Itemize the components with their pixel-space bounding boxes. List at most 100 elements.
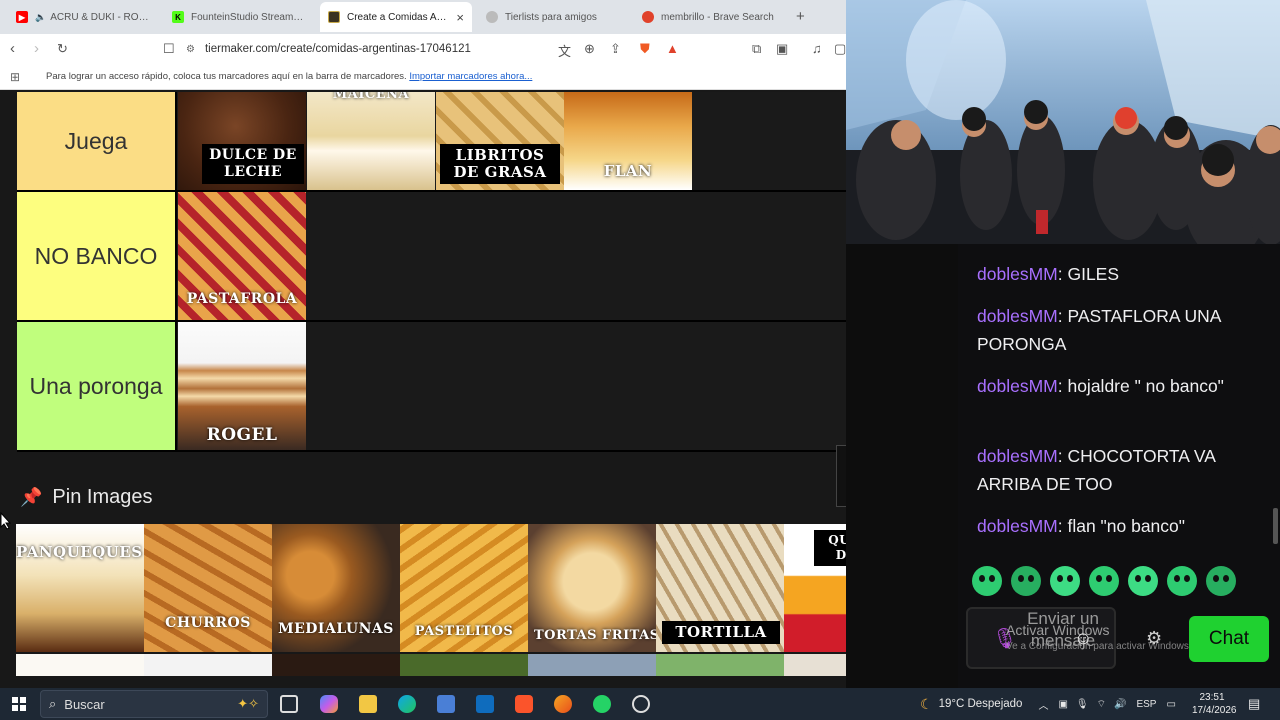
tab-title: FounteinStudio Stream - W (191, 11, 306, 23)
tile-label: MEDIALUNAS (278, 621, 394, 637)
obs-icon[interactable] (632, 695, 650, 713)
tier-item-pastafrola[interactable]: PASTAFROLA (178, 192, 306, 320)
new-tab-button[interactable]: + (796, 8, 805, 25)
tier-label[interactable]: NO BANCO (17, 192, 177, 320)
emote-icon[interactable] (1089, 566, 1119, 596)
tierlist-settings-button[interactable] (836, 445, 846, 507)
pool-item-partial[interactable] (16, 654, 144, 676)
tab-tierlists[interactable]: Tierlists para amigos (478, 4, 628, 30)
tier-item-rogel[interactable]: ROGEL (178, 322, 306, 450)
chat-username[interactable]: doblesMM (977, 446, 1058, 466)
chat-scrollbar[interactable] (1273, 508, 1278, 544)
windows-start-icon[interactable] (12, 697, 26, 711)
tile-label: TORTILLA (662, 621, 780, 644)
taskbar-search[interactable]: ⌕ Buscar ✦✧ (40, 690, 268, 718)
emote-icon[interactable] (1167, 566, 1197, 596)
back-icon[interactable]: ‹ (10, 40, 15, 57)
tile-label: PASTAFROLA (186, 291, 298, 307)
pool-item-medialunas[interactable]: MEDIALUNAS (272, 524, 400, 652)
bookmark-icon[interactable]: ☐ (163, 41, 175, 57)
zoom-icon[interactable]: ⊕ (584, 41, 595, 57)
music-icon[interactable]: ♫ (812, 41, 822, 56)
pool-item-tortilla[interactable]: TORTILLA (656, 524, 784, 652)
notifications-icon[interactable]: ▤ (1248, 696, 1260, 712)
task-view-icon[interactable] (280, 695, 298, 713)
weather-text[interactable]: 19°C Despejado (939, 698, 1023, 710)
wifi-icon[interactable]: ⌔ (1097, 698, 1106, 711)
browser-toolbar: ‹ › ↻ ☐ ⚙ tiermaker.com/create/comidas-a… (0, 34, 846, 64)
pool-item-queso-y-dulce[interactable]: QUESO Y DULCE (784, 524, 846, 652)
pool-item-panqueques[interactable]: PANQUEQUES (16, 524, 144, 652)
copilot-icon[interactable] (320, 695, 338, 713)
emote-icon[interactable] (972, 566, 1002, 596)
pool-item-partial[interactable] (528, 654, 656, 676)
chat-username[interactable]: doblesMM (977, 376, 1058, 396)
share-icon[interactable]: ⇪ (610, 41, 621, 57)
pool-item-tortas-fritas[interactable]: TORTAS FRITAS (528, 524, 656, 652)
emote-icon[interactable] (1050, 566, 1080, 596)
tray-app-icon[interactable]: ▣ (1058, 699, 1067, 710)
tier-list: Juega DULCE DE LECHE MAICENA LIBRITOS DE… (17, 92, 846, 452)
close-tab-icon[interactable]: × (456, 10, 464, 25)
import-bookmarks-link[interactable]: Importar marcadores ahora... (409, 71, 532, 82)
emote-icon[interactable] (1011, 566, 1041, 596)
tab-tiermaker[interactable]: Create a Comidas Argen × (320, 2, 472, 32)
brave-rewards-icon[interactable]: ▲ (666, 41, 679, 56)
pool-item-partial[interactable] (144, 654, 272, 676)
chat-username[interactable]: doblesMM (977, 264, 1058, 284)
tier-item-dulce-de-leche[interactable]: DULCE DE LECHE (178, 92, 306, 190)
site-info-icon[interactable]: ⚙ (186, 44, 195, 55)
outlook-icon[interactable] (476, 695, 494, 713)
brave-shields-icon[interactable]: ⛊ (640, 41, 650, 57)
tab-youtube[interactable]: ▶ 🔈 ACRU & DUKI - ROSA N (8, 4, 158, 30)
pool-item-pastelitos[interactable]: PASTELITOS (400, 524, 528, 652)
tile-label: MAICENA (332, 92, 410, 102)
microsoft-store-icon[interactable] (437, 695, 455, 713)
edge-icon[interactable] (398, 695, 416, 713)
tier-row: Juega DULCE DE LECHE MAICENA LIBRITOS DE… (17, 92, 846, 192)
sidebar-icon[interactable]: ▣ (776, 41, 788, 57)
apps-grid-icon[interactable]: ⊞ (10, 70, 20, 84)
language-indicator[interactable]: ESP (1136, 699, 1156, 710)
search-icon: ⌕ (49, 696, 57, 711)
chat-settings-icon[interactable]: ⚙ (1146, 628, 1162, 649)
pool-item-churros[interactable]: CHURROS (144, 524, 272, 652)
tab-title: Tierlists para amigos (505, 11, 597, 23)
tier-item-libritos[interactable]: LIBRITOS DE GRASA (436, 92, 564, 190)
chat-send-button[interactable]: Chat (1189, 616, 1269, 662)
stream-chat: doblesMM: GILES doblesMM: PASTAFLORA UNA… (958, 244, 1280, 688)
tier-item-maicena[interactable]: MAICENA (307, 92, 435, 190)
extensions-icon[interactable]: ⧉ (752, 41, 761, 57)
pool-item-partial[interactable] (784, 654, 846, 676)
translate-icon[interactable]: 文 (558, 41, 571, 60)
forward-icon[interactable]: › (34, 40, 39, 57)
brave-icon[interactable] (515, 695, 533, 713)
whatsapp-icon[interactable] (593, 695, 611, 713)
file-explorer-icon[interactable] (359, 695, 377, 713)
pool-item-partial[interactable] (656, 654, 784, 676)
app-icon[interactable] (554, 695, 572, 713)
chat-username[interactable]: doblesMM (977, 306, 1058, 326)
tier-label[interactable]: Juega (17, 92, 177, 190)
tier-label[interactable]: Una poronga (17, 322, 177, 450)
tab-brave-search[interactable]: membrillo - Brave Search (634, 4, 784, 30)
microphone-tray-icon[interactable]: 🎙 (1076, 699, 1089, 710)
volume-icon[interactable]: 🔊 (1114, 699, 1126, 710)
emote-icon[interactable] (1128, 566, 1158, 596)
tab-kick[interactable]: K FounteinStudio Stream - W (164, 4, 314, 30)
tile-label: PASTELITOS (414, 624, 514, 639)
emoji-picker-icon[interactable]: ☺ (1074, 628, 1092, 649)
tile-label: QUESO Y DULCE (814, 530, 846, 566)
pool-item-partial[interactable] (272, 654, 400, 676)
emote-icon[interactable] (1206, 566, 1236, 596)
window-icon[interactable]: ▢ (834, 41, 846, 57)
clock[interactable]: 23:51 17/4/2026 (1192, 691, 1237, 717)
reload-icon[interactable]: ↻ (57, 41, 68, 57)
chat-username[interactable]: doblesMM (977, 516, 1058, 536)
show-hidden-icons[interactable]: ︿ (1038, 697, 1048, 712)
battery-icon[interactable]: ▭ (1166, 699, 1175, 710)
tier-item-flan[interactable]: FLAN (564, 92, 692, 190)
pool-item-partial[interactable] (400, 654, 528, 676)
tile-label: CHURROS (165, 615, 251, 631)
image-pool: PANQUEQUES CHURROS MEDIALUNAS PASTELITOS… (16, 524, 846, 676)
